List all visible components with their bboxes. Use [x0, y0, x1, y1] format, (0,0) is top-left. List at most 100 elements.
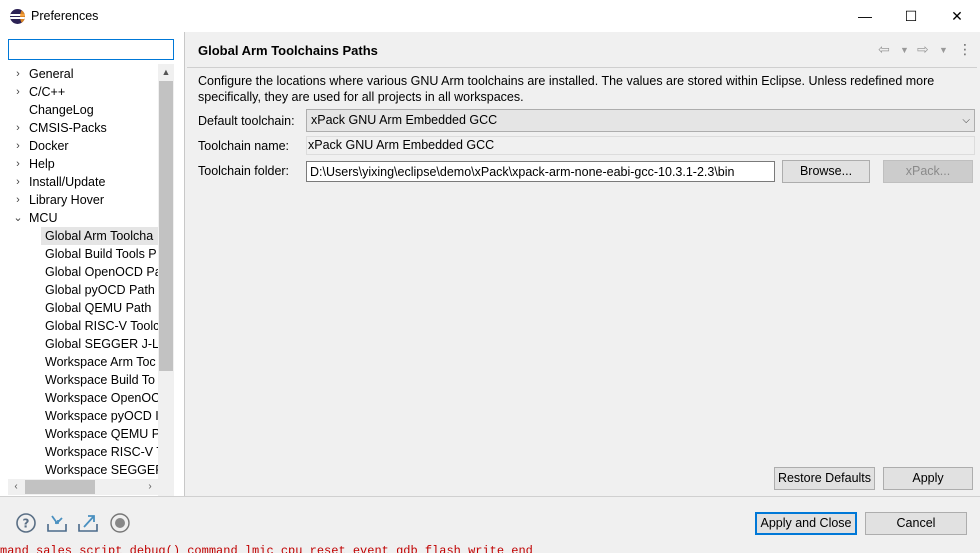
toolchain-folder-input[interactable]: [306, 161, 775, 182]
tree-child-label: Workspace pyOCD I: [45, 409, 158, 423]
tree-child-item[interactable]: Global Arm Toolcha: [0, 227, 158, 245]
cancel-button[interactable]: Cancel: [865, 512, 967, 535]
tree-child-item[interactable]: Global pyOCD Path: [0, 281, 158, 299]
restore-defaults-button[interactable]: Restore Defaults: [774, 467, 875, 490]
preference-page: Global Arm Toolchains Paths ⇦ ▼ ⇨ ▼ ⋮ Co…: [185, 32, 980, 497]
chevron-down-icon: ⌵: [962, 115, 970, 126]
tree-item[interactable]: ⌄ MCU: [0, 209, 158, 227]
tree-item-label: Help: [29, 157, 55, 171]
window-title: Preferences: [31, 9, 99, 23]
tree-child-item[interactable]: Workspace SEGGER: [0, 461, 158, 479]
preferences-tree: › General › C/C++ ChangeLog › CMSIS-Packs › Dock…: [0, 64, 158, 510]
chevron-right-icon[interactable]: ›: [13, 65, 23, 83]
tree-child-label: Workspace RISC-V T: [45, 445, 158, 459]
tree-item-label: Install/Update: [29, 175, 106, 189]
tree-item-label: ChangeLog: [29, 103, 94, 117]
forward-menu-icon[interactable]: ▼: [939, 45, 948, 55]
page-header: Global Arm Toolchains Paths ⇦ ▼ ⇨ ▼ ⋮: [185, 32, 980, 68]
record-icon[interactable]: [109, 512, 131, 534]
tree-item[interactable]: › Docker: [0, 137, 158, 155]
tree-child-label: Global QEMU Path: [45, 301, 152, 315]
tree-item[interactable]: › CMSIS-Packs: [0, 119, 158, 137]
tree-child-label: Global Arm Toolcha: [45, 229, 154, 243]
tree-item[interactable]: ChangeLog: [0, 101, 158, 119]
chevron-right-icon[interactable]: ›: [13, 137, 23, 155]
close-button[interactable]: ✕: [934, 0, 980, 32]
tree-child-item[interactable]: Workspace QEMU P: [0, 425, 158, 443]
chevron-right-icon[interactable]: ›: [13, 119, 23, 137]
export-icon[interactable]: [77, 512, 99, 534]
chevron-right-icon[interactable]: ›: [13, 191, 23, 209]
tree-child-label: Global SEGGER J-Lin: [45, 337, 158, 351]
tree-item-label: MCU: [29, 211, 58, 225]
import-icon[interactable]: [46, 512, 68, 534]
default-toolchain-select[interactable]: xPack GNU Arm Embedded GCC ⌵: [306, 109, 975, 132]
maximize-button[interactable]: ☐: [888, 0, 934, 32]
preferences-tree-panel: › General › C/C++ ChangeLog › CMSIS-Packs › Dock…: [0, 32, 184, 510]
tree-item[interactable]: › General: [0, 65, 158, 83]
page-title: Global Arm Toolchains Paths: [198, 43, 378, 58]
tree-item[interactable]: › Library Hover: [0, 191, 158, 209]
eclipse-icon: [10, 9, 25, 24]
tree-child-label: Workspace Arm Toc: [45, 355, 156, 369]
tree-child-label: Global Build Tools P: [45, 247, 157, 261]
tree-child-item[interactable]: Global RISC-V Toolc: [0, 317, 158, 335]
tree-child-item[interactable]: Global Build Tools P: [0, 245, 158, 263]
tree-child-label: Workspace QEMU P: [45, 427, 158, 441]
tree-item[interactable]: › C/C++: [0, 83, 158, 101]
tree-child-label: Global RISC-V Toolc: [45, 319, 158, 333]
tree-child-label: Workspace Build To: [45, 373, 156, 387]
tree-child-label: Workspace OpenOC: [45, 391, 158, 405]
page-description: Configure the locations where various GN…: [198, 74, 935, 104]
apply-button[interactable]: Apply: [883, 467, 973, 490]
tree-child-item[interactable]: Workspace OpenOC: [0, 389, 158, 407]
tree-item-label: Library Hover: [29, 193, 105, 207]
chevron-right-icon[interactable]: ›: [13, 173, 23, 191]
minimize-button[interactable]: —: [842, 0, 888, 32]
tree-item-label: C/C++: [29, 85, 66, 99]
filter-input[interactable]: [8, 39, 174, 60]
chevron-right-icon[interactable]: ›: [13, 155, 23, 173]
back-menu-icon[interactable]: ▼: [900, 45, 909, 55]
apply-and-close-button[interactable]: Apply and Close: [755, 512, 857, 535]
svg-text:?: ?: [23, 517, 30, 531]
tree-child-item[interactable]: Workspace RISC-V T: [0, 443, 158, 461]
browse-button[interactable]: Browse...: [782, 160, 870, 183]
scroll-left-icon[interactable]: ‹: [8, 479, 24, 495]
tree-child-label: Workspace SEGGER: [45, 463, 158, 477]
chevron-down-icon[interactable]: ⌄: [13, 209, 23, 227]
back-icon[interactable]: ⇦: [878, 41, 890, 58]
title-bar: Preferences — ☐ ✕: [0, 0, 980, 32]
scroll-up-icon[interactable]: ▲: [158, 64, 174, 80]
tree-child-item[interactable]: Workspace Arm Toc: [0, 353, 158, 371]
tree-child-label: Global pyOCD Path: [45, 283, 155, 297]
tree-item-label: CMSIS-Packs: [29, 121, 107, 135]
tree-item-label: General: [29, 67, 74, 81]
tree-child-item[interactable]: Global OpenOCD Pa: [0, 263, 158, 281]
tree-child-item[interactable]: Workspace Build To: [0, 371, 158, 389]
scroll-right-icon[interactable]: ›: [142, 479, 158, 495]
toolchain-name-field: xPack GNU Arm Embedded GCC: [306, 136, 975, 155]
background-console-text: mand sales script debug() command lmic c…: [0, 544, 533, 553]
tree-horizontal-scrollbar[interactable]: ‹ ›: [8, 479, 158, 495]
view-menu-icon[interactable]: ⋮: [958, 41, 972, 58]
help-icon[interactable]: ?: [15, 512, 37, 534]
toolchain-name-label: Toolchain name:: [198, 139, 290, 153]
chevron-right-icon[interactable]: ›: [13, 83, 23, 101]
tree-item[interactable]: › Install/Update: [0, 173, 158, 191]
tree-child-label: Global OpenOCD Pa: [45, 265, 158, 279]
tree-child-item[interactable]: Workspace pyOCD I: [0, 407, 158, 425]
xpack-button[interactable]: xPack...: [883, 160, 973, 183]
default-toolchain-label: Default toolchain:: [198, 114, 295, 128]
toolchain-folder-label: Toolchain folder:: [198, 164, 290, 178]
tree-vertical-scrollbar[interactable]: ▲ ▼: [158, 64, 174, 510]
scroll-thumb[interactable]: [159, 81, 173, 371]
tree-item-label: Docker: [29, 139, 69, 153]
header-separator: [187, 67, 977, 68]
default-toolchain-value: xPack GNU Arm Embedded GCC: [311, 113, 498, 127]
tree-child-item[interactable]: Global SEGGER J-Lin: [0, 335, 158, 353]
hscroll-thumb[interactable]: [25, 480, 95, 494]
tree-item[interactable]: › Help: [0, 155, 158, 173]
tree-child-item[interactable]: Global QEMU Path: [0, 299, 158, 317]
forward-icon[interactable]: ⇨: [917, 41, 929, 58]
